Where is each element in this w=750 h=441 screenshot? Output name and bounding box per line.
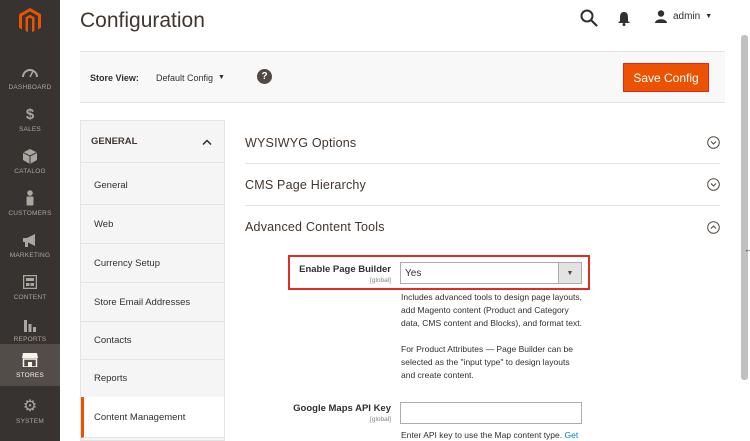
chevron-down-icon: ▼ — [705, 13, 713, 20]
note-line: data, CMS content and Blocks), and forma… — [401, 318, 582, 328]
store-view-bar: Store View: Default Config ▼ ? Save Conf… — [80, 51, 725, 103]
tab-content-management[interactable]: Content Management — [81, 397, 224, 438]
dollar-icon: $ — [25, 105, 35, 123]
tab-currency-setup[interactable]: Currency Setup — [81, 244, 224, 283]
dashboard-icon — [22, 69, 38, 78]
nav-label: MARKETING — [9, 252, 51, 259]
page-scrollbar[interactable] — [741, 35, 748, 380]
chevron-down-icon[interactable]: ▼ — [558, 263, 581, 283]
get-api-key-link[interactable]: Get — [565, 430, 579, 440]
store-view-switcher[interactable]: Default Config — [156, 73, 213, 83]
customer-person-icon — [26, 190, 34, 206]
chevron-down-icon[interactable]: ▼ — [218, 74, 225, 81]
enable-page-builder-select[interactable]: Yes ▼ — [400, 262, 582, 284]
nav-label: SYSTEM — [16, 418, 44, 425]
catalog-cube-icon — [23, 148, 37, 164]
nav-label: SALES — [19, 126, 41, 133]
select-value: Yes — [405, 267, 422, 279]
google-maps-api-key-input[interactable] — [400, 402, 582, 424]
tab-reports[interactable]: Reports — [81, 359, 224, 398]
section-wysiwyg-options[interactable]: WYSIWYG Options — [245, 122, 720, 164]
note-line: add Magento content (Product and Categor… — [401, 305, 569, 315]
chevron-up-icon — [202, 138, 212, 145]
expand-chevron-icon — [707, 178, 720, 191]
nav-label: DASHBOARD — [8, 84, 52, 91]
nav-label: CATALOG — [14, 168, 46, 175]
save-config-button[interactable]: Save Config — [623, 63, 709, 92]
store-view-label: Store View: — [90, 73, 139, 83]
page-title: Configuration — [80, 9, 205, 32]
admin-username: admin — [673, 11, 701, 22]
bar-chart-icon — [24, 319, 36, 332]
admin-user-menu[interactable]: admin ▼ — [655, 10, 712, 23]
maps-api-key-note: Enter API key to use the Map content typ… — [401, 429, 587, 441]
tab-web[interactable]: Web — [81, 205, 224, 244]
nav-item-catalog[interactable]: CATALOG — [0, 140, 60, 182]
nav-item-system[interactable]: ⚙ SYSTEM — [0, 390, 60, 432]
tab-general[interactable]: General — [81, 166, 224, 205]
nav-item-marketing[interactable]: MARKETING — [0, 224, 60, 266]
maps-api-key-label: Google Maps API Key — [293, 403, 391, 414]
nav-item-customers[interactable]: CUSTOMERS — [0, 182, 60, 224]
resize-cursor-icon: ↔ — [744, 244, 750, 254]
storefront-icon — [22, 353, 38, 367]
nav-item-sales[interactable]: $ SALES — [0, 98, 60, 140]
user-icon — [655, 10, 667, 23]
page-builder-note: Includes advanced tools to design page l… — [401, 291, 587, 330]
note-line: and create content. — [401, 370, 474, 380]
section-title: WYSIWYG Options — [245, 135, 357, 150]
tab-contacts[interactable]: Contacts — [81, 321, 224, 360]
collapse-chevron-icon — [707, 220, 720, 234]
content-layout-icon — [23, 275, 37, 289]
maps-api-key-scope: [global] — [370, 416, 391, 423]
section-title: Advanced Content Tools — [245, 220, 385, 234]
nav-label: STORES — [16, 372, 44, 379]
nav-label: REPORTS — [13, 336, 47, 343]
magento-logo-icon — [19, 8, 41, 33]
section-advanced-content-tools[interactable]: Advanced Content Tools — [245, 206, 720, 248]
expand-chevron-icon — [707, 136, 720, 149]
page-builder-label: Enable Page Builder — [299, 264, 391, 275]
nav-item-dashboard[interactable]: DASHBOARD — [0, 56, 60, 98]
search-icon[interactable] — [580, 9, 598, 27]
tab-group-title: GENERAL — [91, 136, 138, 147]
nav-item-stores[interactable]: STORES — [0, 344, 60, 386]
page-builder-scope: [global] — [370, 277, 391, 284]
magento-logo[interactable] — [0, 0, 60, 42]
note-line: For Product Attributes — Page Builder ca… — [401, 344, 573, 354]
config-tabs: GENERAL General Web Currency Setup Store… — [80, 120, 225, 441]
nav-item-content[interactable]: CONTENT — [0, 266, 60, 308]
note-line: Includes advanced tools to design page l… — [401, 292, 582, 302]
note-line: selected as the "input type" to design l… — [401, 357, 570, 367]
nav-label: CONTENT — [13, 294, 47, 301]
notifications-bell-icon[interactable] — [617, 11, 631, 26]
note-text: Enter API key to use the Map content typ… — [401, 430, 563, 440]
section-cms-page-hierarchy[interactable]: CMS Page Hierarchy — [245, 164, 720, 206]
tab-store-email-addresses[interactable]: Store Email Addresses — [81, 283, 224, 322]
megaphone-icon — [23, 233, 35, 247]
section-title: CMS Page Hierarchy — [245, 177, 367, 192]
gear-icon: ⚙ — [22, 398, 38, 415]
admin-nav: DASHBOARD $ SALES CATALOG CUSTOMERS MARK… — [0, 0, 60, 441]
tab-group-general[interactable]: GENERAL — [81, 121, 224, 163]
nav-label: CUSTOMERS — [8, 210, 52, 217]
page-builder-note-attributes: For Product Attributes — Page Builder ca… — [401, 343, 587, 382]
help-icon[interactable]: ? — [257, 69, 272, 84]
